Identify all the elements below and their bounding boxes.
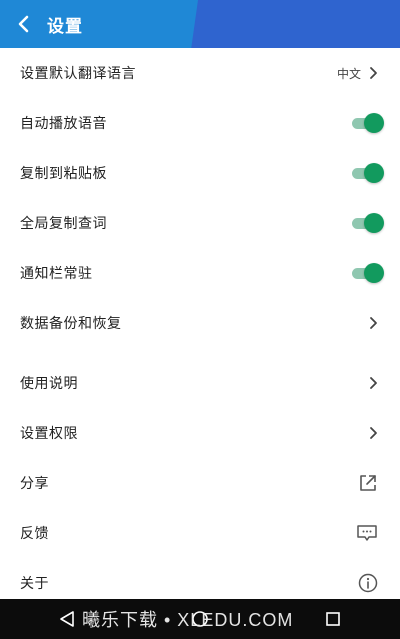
back-arrow-icon bbox=[18, 15, 29, 33]
nav-recents-icon bbox=[326, 612, 341, 626]
setting-label: 分享 bbox=[20, 476, 49, 492]
notification-resident-toggle[interactable] bbox=[352, 263, 384, 283]
setting-feedback[interactable]: 反馈 bbox=[0, 508, 400, 558]
setting-label: 设置默认翻译语言 bbox=[20, 66, 136, 82]
setting-label: 关于 bbox=[20, 576, 49, 592]
setting-label: 通知栏常驻 bbox=[20, 266, 93, 282]
nav-back-button[interactable] bbox=[47, 599, 87, 639]
setting-label: 自动播放语音 bbox=[20, 116, 107, 132]
toggle-knob bbox=[364, 263, 384, 283]
nav-back-icon bbox=[59, 611, 74, 627]
setting-global-copy-lookup: 全局复制查词 bbox=[0, 198, 400, 248]
setting-label: 复制到粘贴板 bbox=[20, 166, 107, 182]
nav-recents-button[interactable] bbox=[313, 599, 353, 639]
setting-label: 数据备份和恢复 bbox=[20, 316, 122, 332]
setting-label: 全局复制查词 bbox=[20, 216, 107, 232]
info-icon bbox=[358, 573, 378, 593]
setting-default-language[interactable]: 设置默认翻译语言 中文 bbox=[0, 48, 400, 98]
settings-list: 设置默认翻译语言 中文 自动播放语音 复制到粘贴板 全局复制查词 通知栏常驻 数… bbox=[0, 48, 400, 608]
setting-value: 中文 bbox=[336, 66, 361, 81]
setting-autoplay-voice: 自动播放语音 bbox=[0, 98, 400, 148]
app-header: 设置 bbox=[0, 0, 400, 48]
global-copy-lookup-toggle[interactable] bbox=[352, 213, 384, 233]
setting-permissions[interactable]: 设置权限 bbox=[0, 408, 400, 458]
setting-label: 反馈 bbox=[20, 526, 49, 542]
watermark-text: 曦乐下载 • XLEDU.COM bbox=[82, 610, 294, 630]
setting-instructions[interactable]: 使用说明 bbox=[0, 358, 400, 408]
copy-clipboard-toggle[interactable] bbox=[352, 163, 384, 183]
feedback-icon bbox=[357, 525, 377, 541]
chevron-right-icon bbox=[370, 427, 377, 439]
chevron-right-icon bbox=[370, 67, 377, 79]
back-button[interactable] bbox=[10, 10, 38, 38]
toggle-knob bbox=[364, 213, 384, 233]
toggle-knob bbox=[364, 113, 384, 133]
chevron-right-icon bbox=[370, 377, 377, 389]
chevron-right-icon bbox=[370, 317, 377, 329]
setting-notification-resident: 通知栏常驻 bbox=[0, 248, 400, 298]
setting-share[interactable]: 分享 bbox=[0, 458, 400, 508]
setting-label: 使用说明 bbox=[20, 376, 78, 392]
share-icon bbox=[360, 475, 376, 491]
setting-backup-restore[interactable]: 数据备份和恢复 bbox=[0, 298, 400, 348]
setting-copy-clipboard: 复制到粘贴板 bbox=[0, 148, 400, 198]
page-title: 设置 bbox=[47, 17, 83, 37]
setting-label: 设置权限 bbox=[20, 426, 78, 442]
autoplay-voice-toggle[interactable] bbox=[352, 113, 384, 133]
header-decoration bbox=[191, 0, 400, 48]
toggle-knob bbox=[364, 163, 384, 183]
